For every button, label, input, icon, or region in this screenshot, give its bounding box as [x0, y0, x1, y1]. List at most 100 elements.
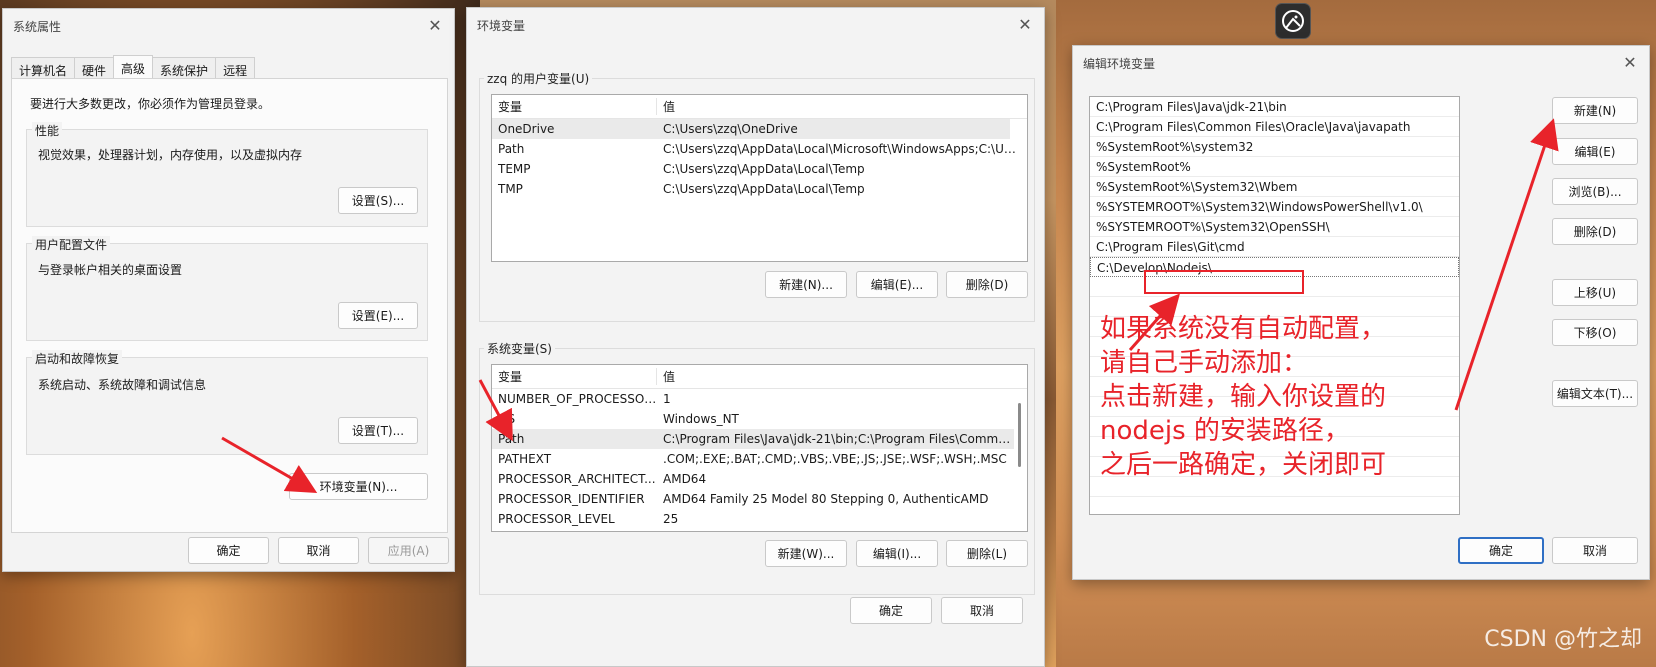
tab-bar: 计算机名 硬件 高级 系统保护 远程	[11, 55, 256, 79]
user-delete-button[interactable]: 删除(D)	[946, 271, 1028, 298]
var-value: 1	[663, 392, 671, 406]
var-value: C:\Users\zzq\OneDrive	[663, 122, 798, 136]
var-name: OneDrive	[498, 122, 555, 136]
table-row[interactable]: PROCESSOR_LEVEL 25	[492, 509, 1027, 529]
ok-button[interactable]: 确定	[1458, 537, 1544, 564]
system-variables-title: 系统变量(S)	[484, 340, 555, 357]
user-profile-settings-button[interactable]: 设置(E)...	[338, 302, 418, 329]
user-variables-list[interactable]: 变量 值 OneDrive C:\Users\zzq\OneDrive Path…	[491, 94, 1028, 262]
column-variable[interactable]: 变量	[492, 98, 657, 115]
column-variable[interactable]: 变量	[492, 368, 657, 385]
new-button[interactable]: 新建(N)	[1552, 97, 1638, 124]
apply-button[interactable]: 应用(A)	[368, 537, 449, 564]
tab-hardware[interactable]: 硬件	[74, 57, 115, 79]
move-down-button[interactable]: 下移(O)	[1552, 319, 1638, 346]
var-name: OS	[498, 412, 516, 426]
table-row[interactable]: OS Windows_NT	[492, 409, 1027, 429]
var-name: PROCESSOR_LEVEL	[498, 512, 615, 526]
var-value: C:\Users\zzq\AppData\Local\Temp	[663, 162, 865, 176]
list-item[interactable]: C:\Program Files\Git\cmd	[1090, 237, 1459, 257]
browse-button[interactable]: 浏览(B)...	[1552, 178, 1638, 205]
app-circle-icon[interactable]	[1275, 3, 1311, 39]
annotation-line: 请自己手动添加：	[1100, 348, 1309, 378]
performance-title: 性能	[32, 122, 63, 139]
startup-recovery-settings-button[interactable]: 设置(T)...	[338, 417, 418, 444]
user-edit-button[interactable]: 编辑(E)...	[856, 271, 938, 298]
user-variables-title: zzq 的用户变量(U)	[484, 70, 593, 87]
var-name: NUMBER_OF_PROCESSORS	[498, 392, 657, 406]
var-value: C:\Program Files\Java\jdk-21\bin;C:\Prog…	[663, 432, 1013, 446]
var-name: TMP	[498, 182, 523, 196]
close-icon[interactable]: ✕	[1621, 54, 1639, 72]
table-row[interactable]: PATHEXT .COM;.EXE;.BAT;.CMD;.VBS;.VBE;.J…	[492, 449, 1027, 469]
var-value: AMD64 Family 25 Model 80 Stepping 0, Aut…	[663, 492, 989, 506]
system-edit-button[interactable]: 编辑(I)...	[856, 540, 938, 567]
list-item[interactable]: C:\Program Files\Java\jdk-21\bin	[1090, 97, 1459, 117]
dialog-title: 编辑环境变量	[1083, 56, 1156, 71]
tab-computer-name[interactable]: 计算机名	[11, 57, 76, 79]
edit-text-button[interactable]: 编辑文本(T)...	[1552, 380, 1638, 407]
performance-settings-button[interactable]: 设置(S)...	[338, 187, 418, 214]
list-item[interactable]: %SystemRoot%\system32	[1090, 137, 1459, 157]
cancel-button[interactable]: 取消	[278, 537, 359, 564]
var-value: C:\Users\zzq\AppData\Local\Microsoft\Win…	[663, 142, 1017, 156]
var-name: Path	[498, 432, 525, 446]
edit-button[interactable]: 编辑(E)	[1552, 138, 1638, 165]
list-item-empty	[1090, 497, 1459, 514]
annotation-line: 如果系统没有自动配置，	[1100, 314, 1387, 344]
cancel-button[interactable]: 取消	[941, 597, 1023, 624]
ok-button[interactable]: 确定	[188, 537, 269, 564]
var-name: PROCESSOR_IDENTIFIER	[498, 492, 645, 506]
user-new-button[interactable]: 新建(N)...	[765, 271, 847, 298]
watermark: CSDN @竹之却	[1484, 627, 1642, 652]
list-item[interactable]: C:\Program Files\Common Files\Oracle\Jav…	[1090, 117, 1459, 137]
scrollbar[interactable]	[1018, 403, 1021, 467]
ok-button[interactable]: 确定	[850, 597, 932, 624]
var-value: .COM;.EXE;.BAT;.CMD;.VBS;.VBE;.JS;.JSE;.…	[663, 452, 1007, 466]
var-value: Windows_NT	[663, 412, 739, 426]
tab-advanced[interactable]: 高级	[113, 55, 154, 79]
var-value: C:\Users\zzq\AppData\Local\Temp	[663, 182, 865, 196]
column-value[interactable]: 值	[657, 368, 675, 385]
table-row[interactable]: OneDrive C:\Users\zzq\OneDrive	[492, 119, 1010, 139]
table-row[interactable]: TEMP C:\Users\zzq\AppData\Local\Temp	[492, 159, 1027, 179]
table-row[interactable]: PROCESSOR_ARCHITECT... AMD64	[492, 469, 1027, 489]
var-name: Path	[498, 142, 525, 156]
environment-variables-button[interactable]: 环境变量(N)...	[289, 473, 428, 500]
annotation-line: nodejs 的安装路径，	[1100, 416, 1350, 446]
startup-recovery-title: 启动和故障恢复	[32, 350, 123, 367]
tab-system-protection[interactable]: 系统保护	[152, 57, 217, 79]
list-item[interactable]: %SYSTEMROOT%\System32\WindowsPowerShell\…	[1090, 197, 1459, 217]
table-row[interactable]: Path C:\Program Files\Java\jdk-21\bin;C:…	[492, 429, 1014, 449]
var-name: PROCESSOR_ARCHITECT...	[498, 472, 656, 486]
system-variables-list[interactable]: 变量 值 NUMBER_OF_PROCESSORS 1 OS Windows_N…	[491, 364, 1028, 532]
table-row[interactable]: TMP C:\Users\zzq\AppData\Local\Temp	[492, 179, 1027, 199]
annotation-line: 点击新建，输入你设置的	[1100, 382, 1387, 412]
list-item[interactable]: %SystemRoot%	[1090, 157, 1459, 177]
user-profile-title: 用户配置文件	[32, 236, 111, 253]
system-properties-dialog: 系统属性 ✕ 计算机名 硬件 高级 系统保护 远程 要进行大多数更改，你必须作为…	[2, 8, 455, 572]
highlight-box	[1144, 270, 1304, 294]
list-item[interactable]: %SystemRoot%\System32\Wbem	[1090, 177, 1459, 197]
environment-variables-dialog: 环境变量 ✕ zzq 的用户变量(U) 变量 值 OneDrive C:\Use…	[466, 7, 1045, 667]
list-item[interactable]: %SYSTEMROOT%\System32\OpenSSH\	[1090, 217, 1459, 237]
table-row[interactable]: NUMBER_OF_PROCESSORS 1	[492, 389, 1027, 409]
var-value: 25	[663, 512, 679, 526]
column-value[interactable]: 值	[657, 98, 675, 115]
delete-button[interactable]: 删除(D)	[1552, 218, 1638, 245]
startup-recovery-desc: 系统启动、系统故障和调试信息	[38, 378, 207, 392]
cancel-button[interactable]: 取消	[1552, 537, 1638, 564]
system-new-button[interactable]: 新建(W)...	[765, 540, 847, 567]
table-row[interactable]: Path C:\Users\zzq\AppData\Local\Microsof…	[492, 139, 1027, 159]
var-value: AMD64	[663, 472, 707, 486]
advanced-tab-panel: 要进行大多数更改，你必须作为管理员登录。 性能 视觉效果，处理器计划，内存使用，…	[11, 78, 448, 533]
close-icon[interactable]: ✕	[426, 17, 444, 35]
table-row[interactable]: PROCESSOR_IDENTIFIER AMD64 Family 25 Mod…	[492, 489, 1027, 509]
user-profile-desc: 与登录帐户相关的桌面设置	[38, 263, 183, 277]
admin-note: 要进行大多数更改，你必须作为管理员登录。	[30, 97, 271, 111]
system-delete-button[interactable]: 删除(L)	[946, 540, 1028, 567]
move-up-button[interactable]: 上移(U)	[1552, 279, 1638, 306]
close-icon[interactable]: ✕	[1016, 16, 1034, 34]
tab-remote[interactable]: 远程	[215, 57, 256, 79]
dialog-title: 环境变量	[477, 18, 526, 33]
